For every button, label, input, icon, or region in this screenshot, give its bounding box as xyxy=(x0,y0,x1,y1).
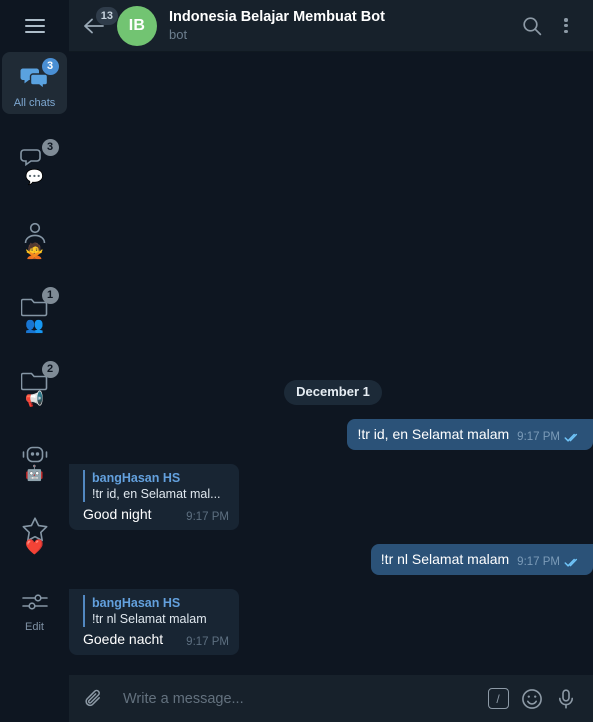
unread-badge: 1 xyxy=(41,287,59,304)
chat-panel: 13 IB Indonesia Belajar Membuat Bot bot … xyxy=(69,0,593,722)
chat-header: 13 IB Indonesia Belajar Membuat Bot bot xyxy=(69,0,593,52)
star-icon: ❤️ xyxy=(18,512,52,555)
telegram-window: 3 All chats 3 💬 🙅 1 👥 2 📢 🤖 ❤️ Edit 13 I… xyxy=(0,0,593,722)
message-time: 9:17 PM xyxy=(186,511,229,523)
microphone-icon xyxy=(559,688,573,709)
reply-quote[interactable]: bangHasan HS !tr nl Selamat malam xyxy=(83,595,229,627)
message-time: 9:17 PM xyxy=(186,636,229,648)
chat-title-block[interactable]: Indonesia Belajar Membuat Bot bot xyxy=(169,8,515,43)
folder-emoji: 💬 xyxy=(25,169,44,186)
more-options-button[interactable] xyxy=(549,9,583,43)
message-input[interactable] xyxy=(111,690,481,707)
hamburger-menu-button[interactable] xyxy=(0,0,69,52)
message-meta: 9:17 PM xyxy=(517,555,581,569)
sidebar-item-edit[interactable]: Edit xyxy=(2,576,67,638)
folder-emoji: 📢 xyxy=(25,391,44,408)
message-time: 9:17 PM xyxy=(517,556,560,568)
folder-emoji: 🤖 xyxy=(25,465,44,482)
message-list[interactable]: December 1 !tr id, en Selamat malam 9:17… xyxy=(69,52,593,675)
message-meta: 9:17 PM xyxy=(517,430,581,444)
sidebar-item-chats[interactable]: 3 💬 xyxy=(2,126,67,188)
folder-emoji: ❤️ xyxy=(25,539,44,556)
date-separator-row: December 1 xyxy=(83,380,583,405)
message-bubble-incoming[interactable]: bangHasan HS !tr id, en Selamat mal... G… xyxy=(69,464,239,530)
reply-text: !tr nl Selamat malam xyxy=(92,612,207,626)
person-icon: 🙅 xyxy=(18,216,52,259)
sidebar-item-all-chats[interactable]: 3 All chats xyxy=(2,52,67,114)
sidebar-item-personal[interactable]: 🙅 xyxy=(2,200,67,262)
sidebar-item-channels[interactable]: 2 📢 xyxy=(2,348,67,410)
reply-author: bangHasan HS xyxy=(92,471,181,485)
unread-badge: 2 xyxy=(41,361,59,378)
message-text: Goede nacht xyxy=(83,631,164,647)
back-unread-badge: 13 xyxy=(95,6,118,25)
reply-text: !tr id, en Selamat mal... xyxy=(92,487,221,501)
page-title: Indonesia Belajar Membuat Bot xyxy=(169,9,385,25)
reply-author: bangHasan HS xyxy=(92,596,181,610)
chat-subtitle: bot xyxy=(169,27,188,42)
back-button[interactable]: 13 xyxy=(77,6,118,43)
chat-bubble-icon: 3 💬 xyxy=(18,139,59,185)
sliders-icon xyxy=(18,585,52,619)
command-button[interactable]: / xyxy=(481,682,515,716)
sidebar-item-favorites[interactable]: ❤️ xyxy=(2,496,67,558)
reply-quote[interactable]: bangHasan HS !tr id, en Selamat mal... xyxy=(83,470,229,502)
message-bubble-outgoing[interactable]: !tr nl Selamat malam 9:17 PM xyxy=(370,544,593,575)
smiley-icon xyxy=(522,688,542,709)
folder-icon: 2 📢 xyxy=(18,361,59,407)
emoji-button[interactable] xyxy=(515,682,549,716)
slash-command-icon: / xyxy=(487,688,509,709)
more-vertical-icon xyxy=(564,18,568,33)
message-body: Goede nacht 9:17 PM xyxy=(83,630,229,649)
folder-emoji: 👥 xyxy=(25,317,44,334)
search-icon xyxy=(523,16,542,35)
robot-icon: 🤖 xyxy=(18,438,52,481)
attach-button[interactable] xyxy=(77,682,111,716)
sidebar-item-label: All chats xyxy=(13,96,56,109)
message-row: bangHasan HS !tr id, en Selamat mal... G… xyxy=(69,464,583,530)
message-time: 9:17 PM xyxy=(517,431,560,443)
date-separator: December 1 xyxy=(284,380,382,405)
message-composer: / xyxy=(69,675,593,722)
message-text: !tr nl Selamat malam xyxy=(380,551,510,567)
paperclip-icon xyxy=(85,689,100,706)
sidebar-item-bots[interactable]: 🤖 xyxy=(2,422,67,484)
message-body: Good night 9:17 PM xyxy=(83,505,229,524)
unread-badge: 3 xyxy=(41,139,59,156)
message-text: !tr id, en Selamat malam xyxy=(357,426,510,442)
double-check-icon xyxy=(564,433,578,442)
hamburger-icon xyxy=(24,19,45,33)
search-button[interactable] xyxy=(515,9,549,43)
message-row: !tr nl Selamat malam 9:17 PM xyxy=(83,544,593,575)
chats-icon: 3 xyxy=(18,57,59,95)
message-bubble-incoming[interactable]: bangHasan HS !tr nl Selamat malam Goede … xyxy=(69,589,239,655)
folder-icon: 1 👥 xyxy=(18,287,59,333)
voice-record-button[interactable] xyxy=(549,682,583,716)
sidebar-item-label: Edit xyxy=(25,620,44,633)
message-row: !tr id, en Selamat malam 9:17 PM xyxy=(83,419,593,450)
folders-sidebar: 3 All chats 3 💬 🙅 1 👥 2 📢 🤖 ❤️ Edit xyxy=(0,0,69,722)
folder-emoji: 🙅 xyxy=(25,243,44,260)
double-check-icon xyxy=(564,558,578,567)
avatar[interactable]: IB xyxy=(117,5,157,46)
message-row: bangHasan HS !tr nl Selamat malam Goede … xyxy=(69,589,583,655)
unread-badge: 3 xyxy=(41,57,59,75)
message-text: Good night xyxy=(83,506,152,522)
message-bubble-outgoing[interactable]: !tr id, en Selamat malam 9:17 PM xyxy=(347,419,593,450)
sidebar-item-groups[interactable]: 1 👥 xyxy=(2,274,67,336)
